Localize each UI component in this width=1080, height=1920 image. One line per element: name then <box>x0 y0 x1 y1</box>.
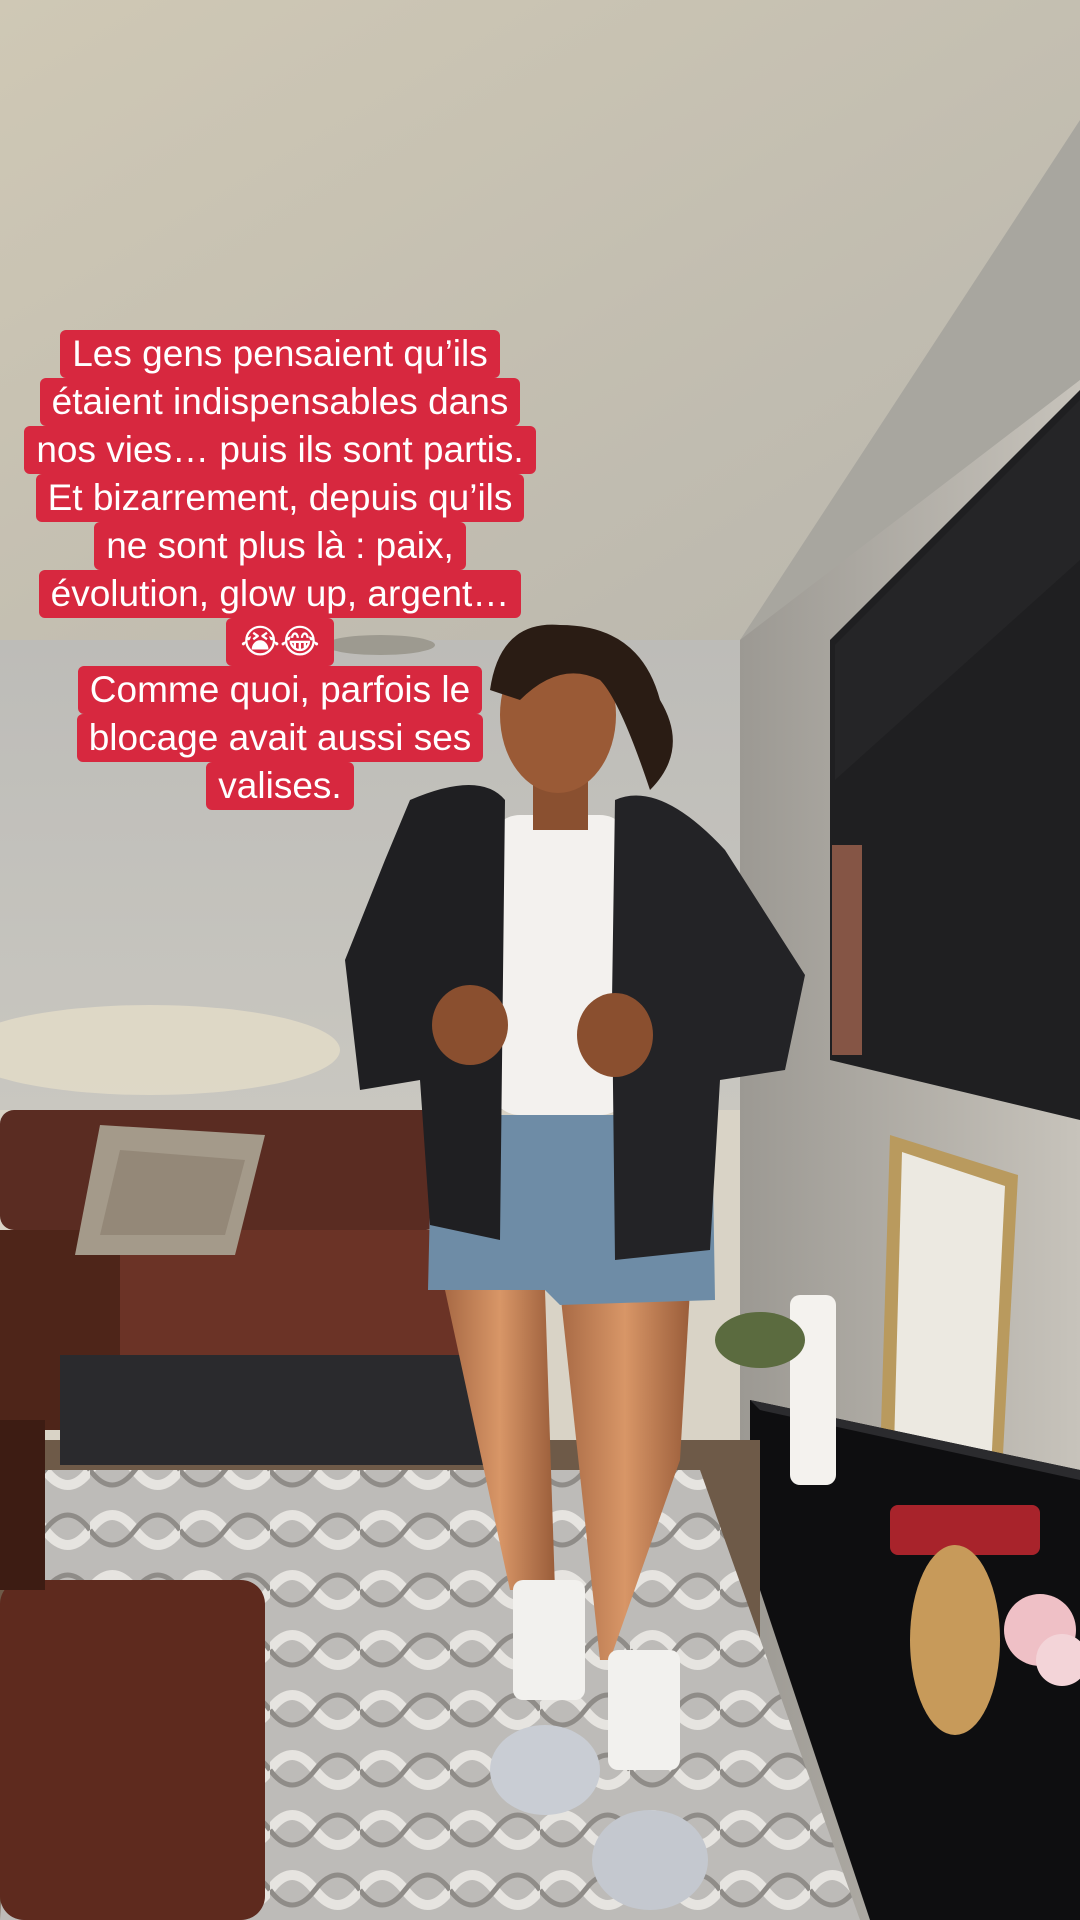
caption-line: ne sont plus là : paix, <box>94 522 466 570</box>
caption-line: Comme quoi, parfois le <box>77 666 483 714</box>
caption-line: étaient indispensables dans <box>39 378 521 426</box>
caption-line: blocage avait aussi ses <box>76 714 484 762</box>
caption-emoji-line: 😭😂 <box>226 618 334 666</box>
caption-line: valises. <box>206 762 354 810</box>
caption-line: Les gens pensaient qu’ils <box>60 330 500 378</box>
photo-scene <box>0 0 1080 1920</box>
caption-line: nos vies… puis ils sont partis. <box>24 426 536 474</box>
video-caption: Les gens pensaient qu’ils étaient indisp… <box>0 330 560 810</box>
caption-line: évolution, glow up, argent… <box>38 570 522 618</box>
room-illustration <box>0 0 1080 1920</box>
caption-line: Et bizarrement, depuis qu’ils <box>35 474 525 522</box>
